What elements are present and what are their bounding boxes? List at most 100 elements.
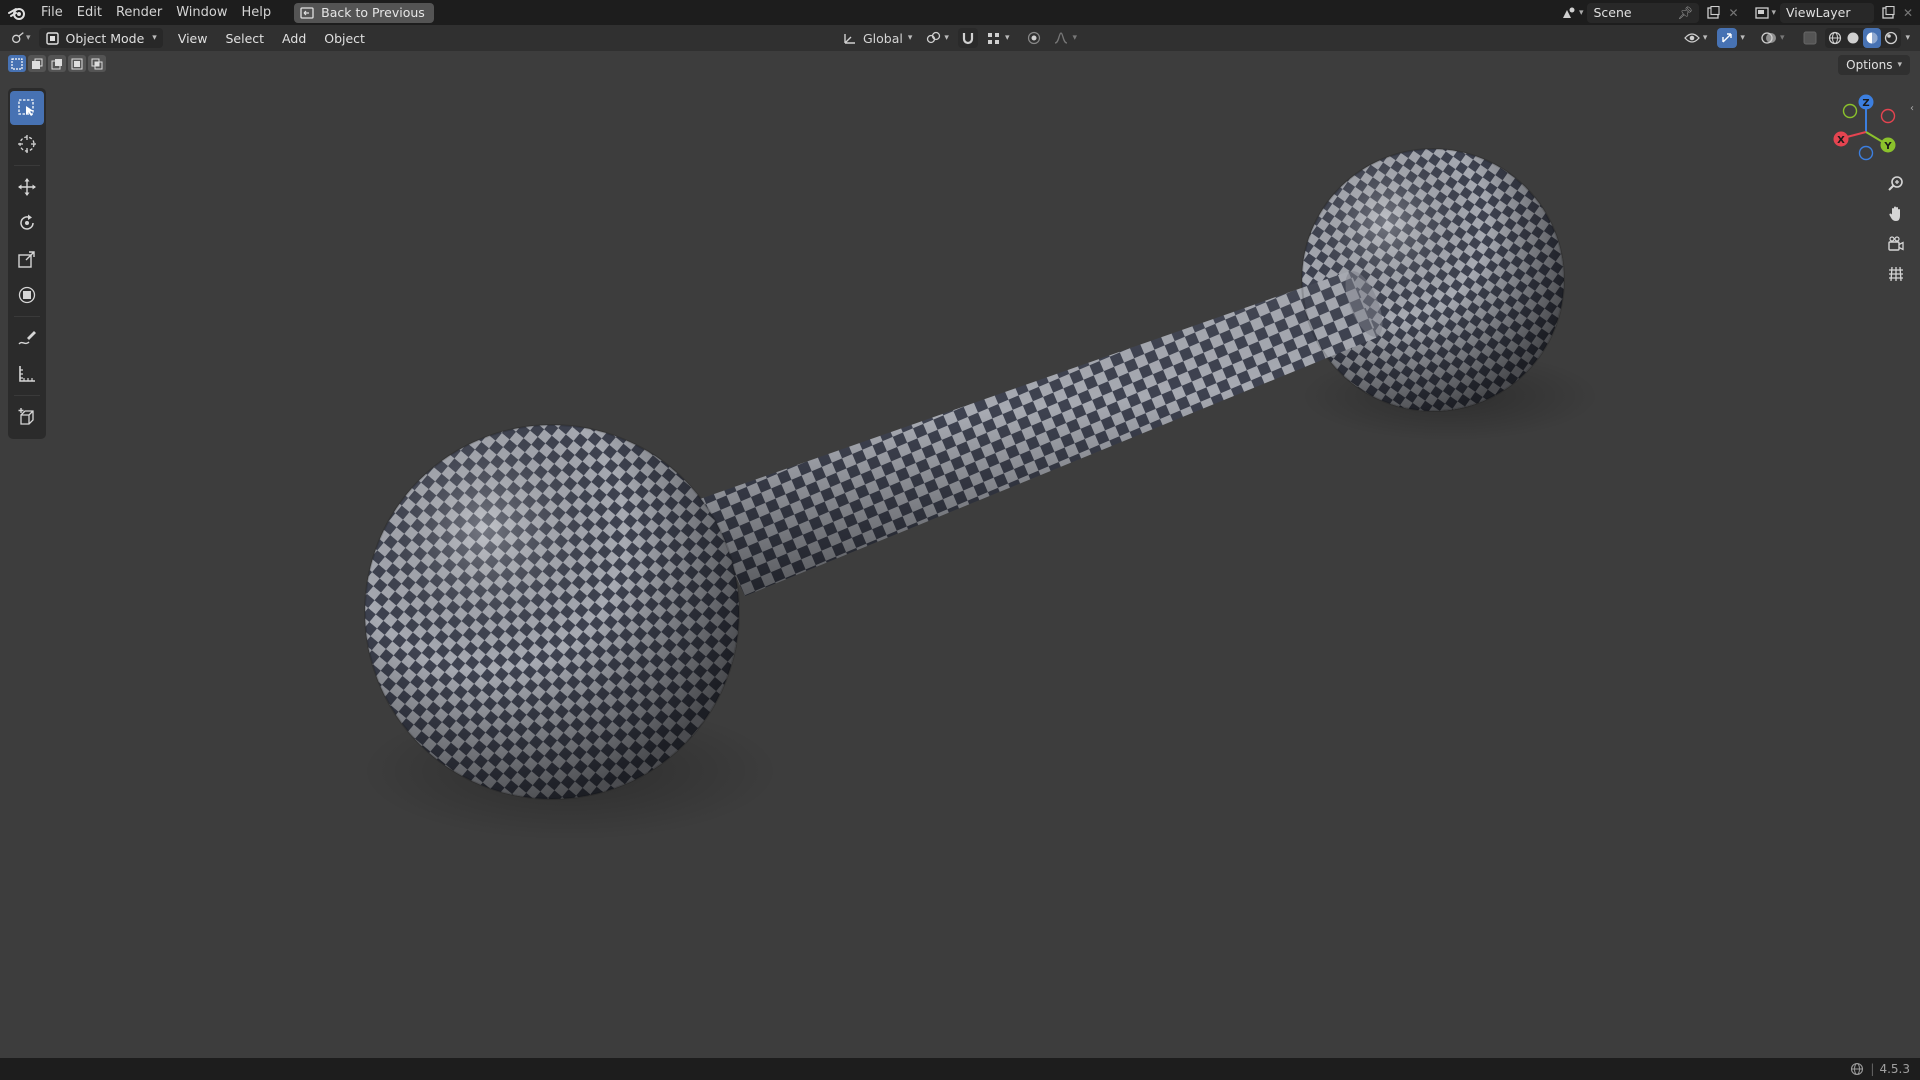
selection-mode-group [8, 55, 106, 72]
scene-dropdown-chevron-icon[interactable]: ▾ [1579, 8, 1584, 18]
screen-back-icon [299, 5, 315, 21]
select-extend-icon[interactable] [28, 55, 46, 72]
object-mode-label: Object Mode [65, 30, 145, 46]
material-preview-shading-icon[interactable] [1863, 28, 1882, 48]
scene-type-icon[interactable] [1561, 5, 1577, 21]
sidebar-toggle-chevron-icon[interactable]: ‹ [1910, 103, 1914, 114]
sphere-left[interactable] [365, 425, 739, 799]
pan-hand-icon[interactable] [1880, 200, 1912, 228]
select-new-icon[interactable] [8, 55, 26, 72]
header-menu-view[interactable]: View [169, 31, 217, 46]
rotate-icon[interactable] [10, 206, 44, 240]
viewport-header: ▾ Object Mode ▾ View Select Add Object G… [0, 25, 1920, 51]
back-to-previous-button[interactable]: Back to Previous [294, 2, 434, 23]
delete-scene-icon[interactable]: ✕ [1725, 5, 1741, 21]
select-invert-icon[interactable] [68, 55, 86, 72]
view-layer-field[interactable]: ViewLayer [1780, 2, 1874, 23]
viewport-nav-buttons [1880, 170, 1912, 288]
options-dropdown[interactable]: Options ▾ [1838, 55, 1910, 75]
toolbar-divider [14, 316, 40, 317]
gizmo-dropdown[interactable]: ▾ [1714, 28, 1748, 48]
overlays-dropdown[interactable]: ▾ [1758, 28, 1788, 48]
scene-field[interactable]: Scene 📌︎ [1587, 2, 1700, 23]
visibility-chevron-icon: ▾ [1702, 33, 1708, 43]
status-separator: | [1870, 1062, 1875, 1076]
header-menu-select[interactable]: Select [216, 31, 273, 46]
select-box-icon[interactable] [10, 91, 44, 125]
menu-render[interactable]: Render [109, 0, 169, 25]
editor-type-chevron-icon[interactable]: ▾ [26, 33, 31, 43]
top-bar: File Edit Render Window Help Back to Pre… [0, 0, 1920, 25]
orientation-axes-icon [842, 30, 858, 46]
xray-toggle[interactable] [1799, 28, 1821, 48]
scene-canvas [360, 148, 1600, 841]
move-icon[interactable] [10, 170, 44, 204]
cursor-icon[interactable] [10, 127, 44, 161]
wireframe-shading-icon[interactable] [1827, 30, 1843, 46]
shading-chevron-icon[interactable]: ▾ [1905, 33, 1910, 43]
view-layer-name: ViewLayer [1786, 5, 1851, 20]
header-menu-object[interactable]: Object [315, 31, 374, 46]
transform-orientation-dropdown[interactable]: Global ▾ [838, 28, 916, 48]
top-bar-right: ▾ Scene 📌︎ ✕ ▾ ViewLayer ✕ [1561, 0, 1920, 25]
gizmo-y-axis[interactable]: Y [1880, 137, 1896, 153]
pin-icon[interactable]: 📌︎ [1678, 5, 1694, 21]
svg-text:Z: Z [1862, 98, 1869, 109]
3d-viewport[interactable] [0, 51, 1920, 1058]
transform-icon[interactable] [10, 278, 44, 312]
status-right: | 4.5.3 [1849, 1058, 1910, 1080]
toolbar-divider [14, 165, 40, 166]
rendered-shading-icon[interactable] [1883, 30, 1899, 46]
object-mode-dropdown[interactable]: Object Mode ▾ [38, 28, 163, 48]
zoom-icon[interactable] [1880, 170, 1912, 198]
pivot-point-dropdown[interactable]: ▾ [922, 28, 952, 48]
snap-target-dropdown[interactable]: ▾ [984, 28, 1012, 48]
orientation-label: Global [863, 30, 903, 46]
eye-icon [1684, 30, 1700, 46]
menu-window[interactable]: Window [169, 0, 234, 25]
snap-chevron-icon: ▾ [1004, 33, 1010, 43]
new-view-layer-icon[interactable] [1880, 5, 1896, 21]
header-right-tools: ▾ ▾ ▾ ▾ [1681, 28, 1910, 48]
blender-logo-icon[interactable] [0, 0, 34, 25]
header-menu-add[interactable]: Add [273, 31, 315, 46]
falloff-dropdown[interactable]: ▾ [1051, 28, 1079, 48]
shading-mode-group [1825, 28, 1902, 48]
view-layer-chevron-icon[interactable]: ▾ [1771, 8, 1776, 18]
falloff-chevron-icon: ▾ [1072, 33, 1077, 43]
add-cube-icon[interactable] [10, 400, 44, 434]
overlays-chevron-icon: ▾ [1779, 33, 1785, 43]
navigation-gizmo[interactable]: Z X Y [1826, 92, 1906, 172]
view-layer-type-icon[interactable] [1755, 5, 1771, 21]
scale-icon[interactable] [10, 242, 44, 276]
gizmo-neg-y[interactable] [1842, 103, 1858, 119]
select-subtract-icon[interactable] [48, 55, 66, 72]
gizmo-neg-x[interactable] [1880, 108, 1896, 124]
snap-toggle[interactable] [957, 28, 978, 48]
proportional-edit-icon [1026, 30, 1042, 46]
select-intersect-icon[interactable] [88, 55, 106, 72]
solid-shading-icon[interactable] [1845, 30, 1861, 46]
gizmo-neg-z[interactable] [1858, 145, 1874, 161]
visibility-dropdown[interactable]: ▾ [1681, 28, 1711, 48]
status-bar: | 4.5.3 [0, 1058, 1920, 1080]
gizmo-z-axis[interactable]: Z [1858, 94, 1874, 110]
menu-edit[interactable]: Edit [70, 0, 109, 25]
measure-icon[interactable] [10, 357, 44, 391]
svg-text:Y: Y [1883, 141, 1892, 152]
cylinder-rod[interactable] [700, 266, 1390, 596]
annotate-icon[interactable] [10, 321, 44, 355]
options-label: Options [1846, 58, 1893, 72]
pivot-chevron-icon: ▾ [944, 33, 949, 43]
gizmo-toggle-icon[interactable] [1717, 28, 1738, 48]
editor-type-icon[interactable] [10, 30, 26, 46]
new-scene-icon[interactable] [1705, 5, 1721, 21]
camera-icon[interactable] [1880, 230, 1912, 258]
overlays-icon[interactable] [1761, 30, 1777, 46]
proportional-editing-toggle[interactable] [1023, 28, 1045, 48]
menu-file[interactable]: File [34, 0, 70, 25]
grid-icon[interactable] [1880, 260, 1912, 288]
gizmo-x-axis[interactable]: X [1833, 131, 1849, 147]
delete-view-layer-icon[interactable]: ✕ [1900, 5, 1916, 21]
menu-help[interactable]: Help [235, 0, 279, 25]
